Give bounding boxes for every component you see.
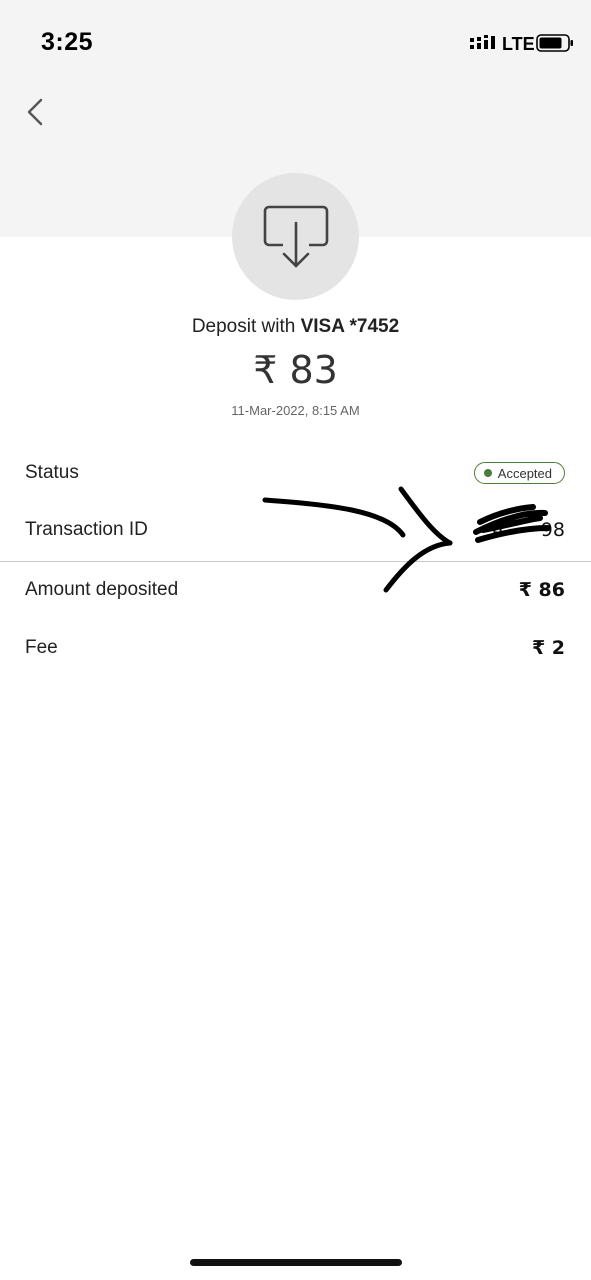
deposit-icon-circle [232, 173, 359, 300]
back-button[interactable] [18, 94, 52, 130]
status-badge-text: Accepted [497, 465, 552, 481]
status-row: Status Accepted [25, 453, 565, 493]
home-indicator[interactable] [190, 1259, 402, 1266]
status-label: Status [25, 462, 79, 483]
signal-strength-icon [470, 35, 495, 49]
transaction-row: Transaction ID 4 98 [25, 510, 565, 550]
divider [0, 561, 591, 562]
chevron-left-icon [27, 98, 43, 126]
status-badge: Accepted [473, 462, 565, 484]
network-type: LTE [502, 34, 535, 54]
deposit-amount: ₹ 83 [253, 348, 338, 392]
fee-value: ₹ 2 [531, 637, 565, 659]
amount-deposited-value: ₹ 86 [518, 579, 565, 601]
deposit-datetime: 11-Mar-2022, 8:15 AM [231, 403, 360, 418]
transaction-id-value: 4 98 [492, 519, 565, 541]
card-label: VISA *7452 [300, 316, 400, 337]
amount-deposited-label: Amount deposited [25, 579, 179, 600]
transaction-label: Transaction ID [25, 519, 148, 540]
status-time: 3:25 [41, 28, 94, 56]
status-dot-icon [483, 469, 492, 477]
status-bar: 3:25 LTE [0, 0, 591, 80]
battery-icon [536, 34, 573, 52]
amount-deposited-row: Amount deposited ₹ 86 [25, 570, 565, 610]
download-tray-icon [263, 205, 328, 267]
fee-label: Fee [25, 637, 58, 658]
fee-row: Fee ₹ 2 [25, 628, 565, 668]
deposit-title: Deposit with VISA *7452 [0, 316, 591, 338]
deposit-prefix: Deposit with [191, 316, 301, 337]
